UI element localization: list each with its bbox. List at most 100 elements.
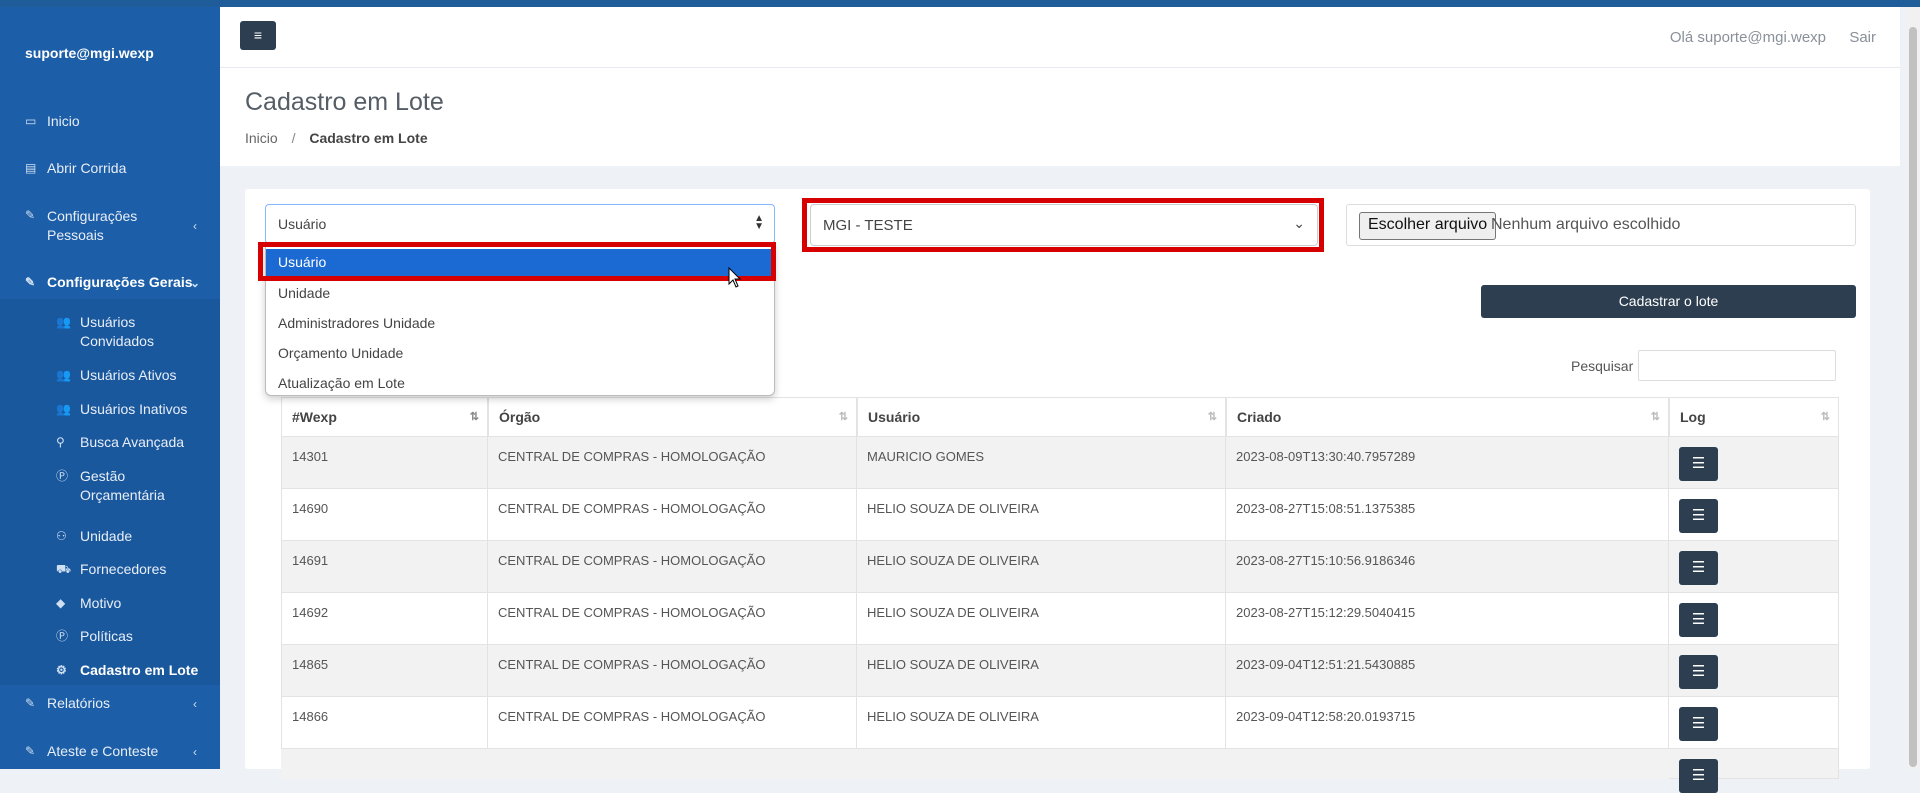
sidebar-item-label: Unidade bbox=[80, 528, 133, 544]
option-atualizacao-em-lote[interactable]: Atualização em Lote bbox=[266, 370, 774, 398]
list-icon: ☰ bbox=[1691, 611, 1706, 628]
sidebar-item-label: Fornecedores bbox=[80, 561, 167, 577]
list-icon: ☰ bbox=[1691, 559, 1706, 576]
sort-icon: ⇅ bbox=[469, 411, 479, 423]
option-administradores-unidade[interactable]: Administradores Unidade bbox=[266, 310, 774, 338]
menu-toggle-button[interactable]: ≡ bbox=[240, 21, 276, 50]
log-button[interactable]: ☰ bbox=[1679, 759, 1718, 793]
sidebar-item-label: Motivo bbox=[80, 595, 122, 611]
sort-icon: ⇅ bbox=[1820, 411, 1830, 423]
sidebar-item-configuracoes-gerais[interactable]: ✎ Configurações Gerais ⌄ bbox=[25, 274, 215, 290]
chevron-down-icon: ⌄ bbox=[190, 276, 201, 290]
sidebar: suporte@mgi.wexp ▭ Inicio ▤ Abrir Corrid… bbox=[0, 7, 220, 769]
edit-icon: ✎ bbox=[25, 696, 36, 710]
sidebar-sub-motivo[interactable]: ◆ Motivo bbox=[56, 594, 121, 613]
sidebar-sub-usuarios-inativos[interactable]: 👥 Usuários Inativos bbox=[56, 400, 187, 419]
file-input: Escolher arquivo Nenhum arquivo escolhid… bbox=[1346, 204, 1856, 246]
laptop-icon: ▭ bbox=[25, 114, 37, 128]
sidebar-sub-busca-avancada[interactable]: ⚲ Busca Avançada bbox=[56, 433, 184, 452]
log-button[interactable]: ☰ bbox=[1679, 655, 1718, 689]
column-header-orgao[interactable]: Órgão ⇅ bbox=[488, 397, 857, 437]
organization-select[interactable]: MGI - TESTE ⌄ bbox=[810, 204, 1318, 246]
cell-orgao: CENTRAL DE COMPRAS - HOMOLOGAÇÃO bbox=[488, 593, 857, 645]
page-title: Cadastro em Lote bbox=[245, 88, 444, 116]
column-header-label: Log bbox=[1680, 409, 1706, 425]
edit-icon: ✎ bbox=[25, 744, 36, 758]
sidebar-item-relatorios[interactable]: ✎ Relatórios ‹ bbox=[25, 695, 215, 711]
cell-log: ☰ bbox=[1669, 749, 1839, 793]
p-circle-icon: Ⓟ bbox=[56, 469, 69, 483]
calendar-icon: ▤ bbox=[25, 161, 37, 175]
sidebar-sub-usuarios-convidados[interactable]: 👥 Usuários Convidados bbox=[56, 313, 180, 351]
search-input[interactable] bbox=[1638, 350, 1836, 381]
sidebar-item-label: Inicio bbox=[47, 113, 80, 129]
sidebar-sub-cadastro-em-lote[interactable]: ⚙ Cadastro em Lote bbox=[56, 661, 198, 680]
cell-criado: 2023-08-27T15:08:51.1375385 bbox=[1226, 489, 1669, 541]
table-row-partial: ☰ bbox=[281, 749, 1839, 793]
cell-wexp: 14690 bbox=[281, 489, 488, 541]
sidebar-item-label: Cadastro em Lote bbox=[80, 662, 199, 678]
edit-icon: ✎ bbox=[25, 208, 36, 222]
cell-orgao: CENTRAL DE COMPRAS - HOMOLOGAÇÃO bbox=[488, 489, 857, 541]
option-usuario[interactable]: Usuário bbox=[266, 249, 774, 277]
log-button[interactable]: ☰ bbox=[1679, 499, 1718, 533]
cell-usuario: HELIO SOUZA DE OLIVEIRA bbox=[857, 489, 1226, 541]
cell-log: ☰ bbox=[1669, 541, 1839, 593]
sidebar-item-label: Usuários Inativos bbox=[80, 401, 188, 417]
cell-wexp: 14691 bbox=[281, 541, 488, 593]
list-icon: ☰ bbox=[1691, 663, 1706, 680]
sort-icon: ⇅ bbox=[1207, 411, 1217, 423]
log-button[interactable]: ☰ bbox=[1679, 707, 1718, 741]
sidebar-item-ateste-conteste[interactable]: ✎ Ateste e Conteste ‹ bbox=[25, 743, 215, 759]
column-header-wexp[interactable]: #Wexp ⇅ bbox=[281, 397, 488, 437]
network-icon: ⚇ bbox=[56, 529, 67, 543]
sidebar-item-abrir-corrida[interactable]: ▤ Abrir Corrida bbox=[25, 160, 126, 176]
table-row: 14690 CENTRAL DE COMPRAS - HOMOLOGAÇÃO H… bbox=[281, 489, 1839, 541]
sidebar-item-label: Usuários Convidados bbox=[80, 314, 154, 349]
page-scrollbar[interactable] bbox=[1906, 7, 1920, 769]
sidebar-item-label: Usuários Ativos bbox=[80, 367, 177, 383]
users-icon: 👥 bbox=[56, 315, 71, 329]
sidebar-item-inicio[interactable]: ▭ Inicio bbox=[25, 113, 80, 129]
scrollbar-thumb[interactable] bbox=[1909, 27, 1917, 767]
cell-usuario: HELIO SOUZA DE OLIVEIRA bbox=[857, 645, 1226, 697]
column-header-criado[interactable]: Criado ⇅ bbox=[1226, 397, 1669, 437]
users-icon: 👥 bbox=[56, 368, 71, 382]
edit-icon: ✎ bbox=[25, 275, 36, 289]
user-greeting: Olá suporte@mgi.wexp bbox=[1669, 29, 1826, 46]
option-unidade[interactable]: Unidade bbox=[266, 280, 774, 308]
sidebar-item-label: Configurações Gerais bbox=[47, 274, 193, 290]
search-icon: ⚲ bbox=[56, 435, 65, 449]
column-header-log[interactable]: Log ⇅ bbox=[1669, 397, 1839, 437]
column-header-usuario[interactable]: Usuário ⇅ bbox=[857, 397, 1226, 437]
list-icon: ☰ bbox=[1691, 767, 1706, 784]
cell-orgao: CENTRAL DE COMPRAS - HOMOLOGAÇÃO bbox=[488, 645, 857, 697]
log-button[interactable]: ☰ bbox=[1679, 551, 1718, 585]
log-button[interactable]: ☰ bbox=[1679, 447, 1718, 481]
column-header-label: Criado bbox=[1237, 409, 1282, 425]
type-select[interactable]: Usuário ▲ ▼ bbox=[265, 204, 775, 244]
table-row: 14692 CENTRAL DE COMPRAS - HOMOLOGAÇÃO H… bbox=[281, 593, 1839, 645]
cell-wexp: 14866 bbox=[281, 697, 488, 749]
sidebar-sub-gestao-orcamentaria[interactable]: Ⓟ Gestão Orçamentária bbox=[56, 467, 190, 505]
sidebar-item-label: Abrir Corrida bbox=[47, 160, 127, 176]
cell-log: ☰ bbox=[1669, 437, 1839, 489]
option-orcamento-unidade[interactable]: Orçamento Unidade bbox=[266, 340, 774, 368]
sidebar-item-configuracoes-pessoais[interactable]: ✎ Configurações Pessoais ‹ bbox=[25, 207, 215, 245]
choose-file-button[interactable]: Escolher arquivo bbox=[1359, 212, 1497, 240]
top-header: ≡ Olá suporte@mgi.wexp Sair bbox=[220, 7, 1900, 68]
log-button[interactable]: ☰ bbox=[1679, 603, 1718, 637]
breadcrumb-home[interactable]: Inicio bbox=[245, 130, 278, 146]
cell-criado: 2023-09-04T12:51:21.5430885 bbox=[1226, 645, 1669, 697]
submit-batch-button[interactable]: Cadastrar o lote bbox=[1481, 285, 1856, 318]
list-icon: ☰ bbox=[1691, 715, 1706, 732]
sidebar-sub-politicas[interactable]: Ⓟ Políticas bbox=[56, 627, 133, 646]
sidebar-sub-unidade[interactable]: ⚇ Unidade bbox=[56, 527, 132, 546]
file-status: Nenhum arquivo escolhido bbox=[1491, 216, 1681, 233]
select-arrows-icon: ▲ ▼ bbox=[754, 213, 764, 232]
sidebar-sub-fornecedores[interactable]: ⛟ Fornecedores bbox=[56, 560, 166, 579]
cell-wexp: 14692 bbox=[281, 593, 488, 645]
cell-orgao: CENTRAL DE COMPRAS - HOMOLOGAÇÃO bbox=[488, 697, 857, 749]
logout-link[interactable]: Sair bbox=[1849, 29, 1876, 46]
sidebar-sub-usuarios-ativos[interactable]: 👥 Usuários Ativos bbox=[56, 366, 176, 385]
